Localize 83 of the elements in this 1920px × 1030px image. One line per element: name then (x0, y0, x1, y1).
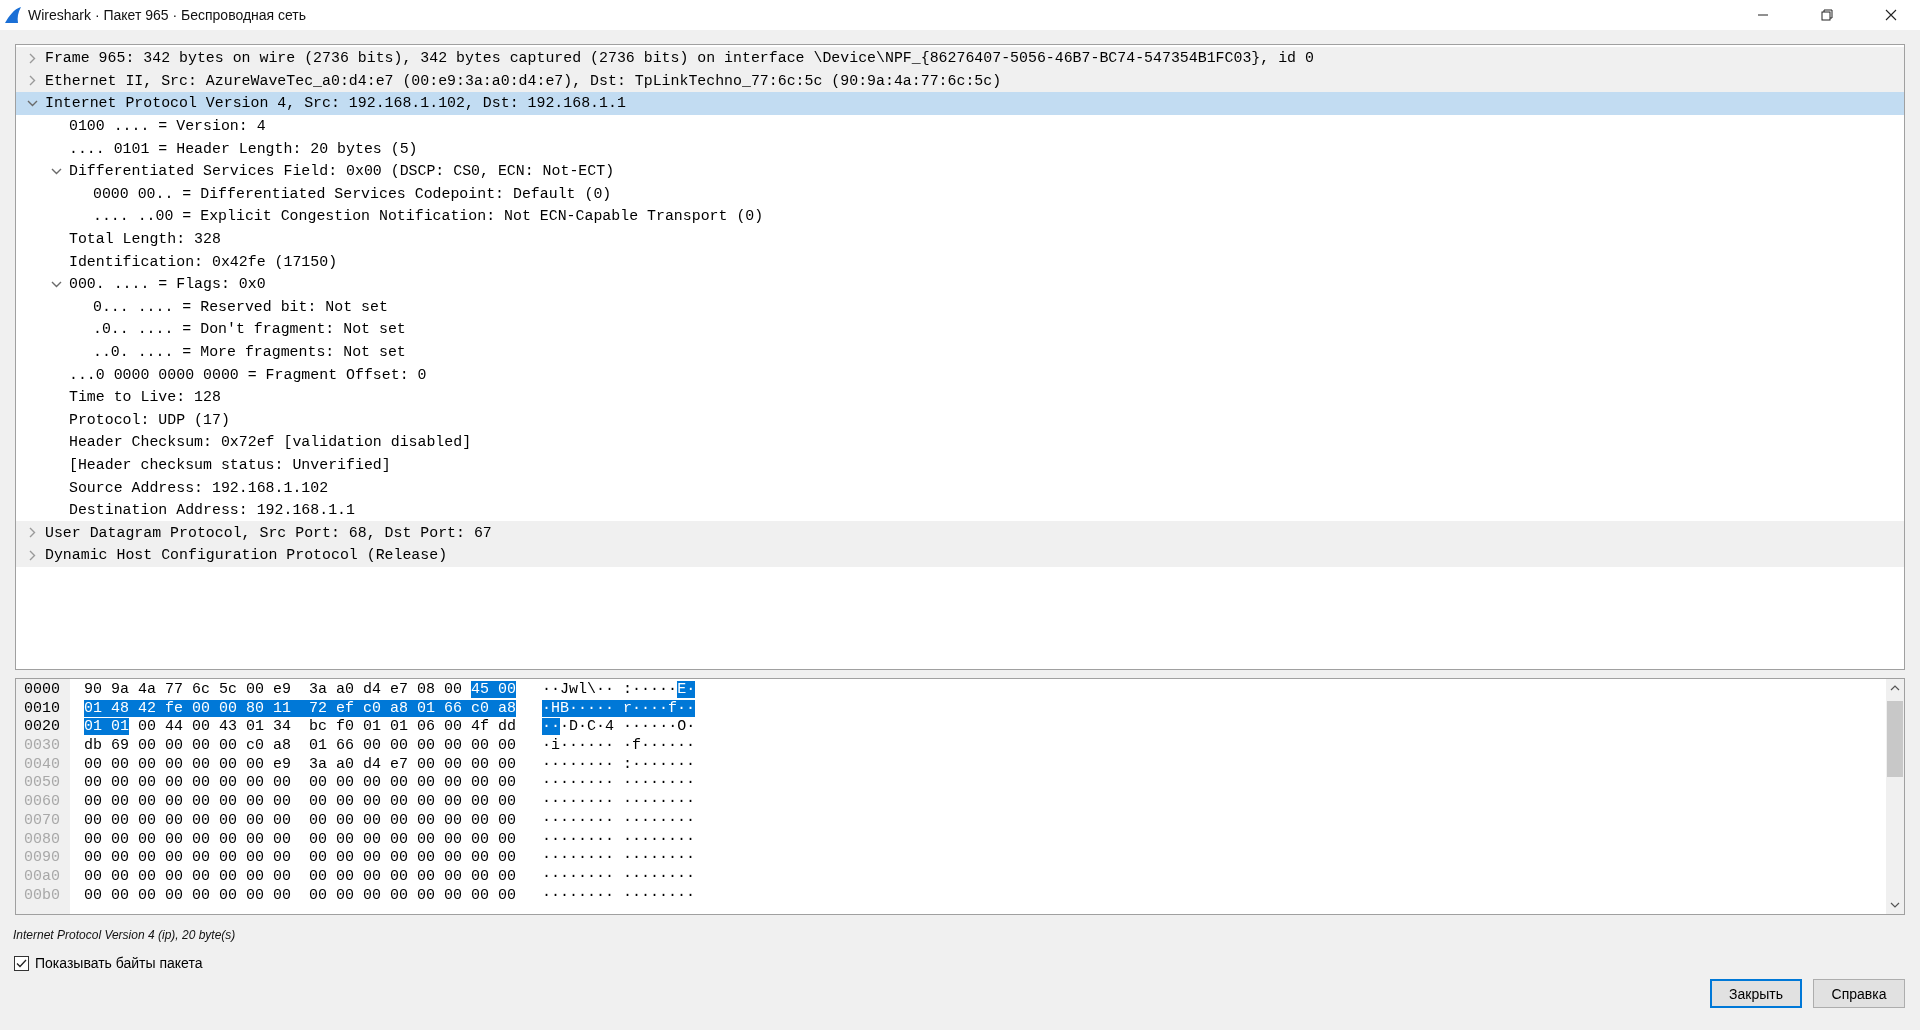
checkbox-label[interactable]: Показывать байты пакета (35, 955, 203, 971)
chevron-down-icon[interactable] (26, 100, 38, 107)
byte-offset: 0050 (24, 774, 60, 794)
hex-bytes: 00 00 00 00 00 00 00 00 00 00 00 00 00 00 00 00 (84, 811, 517, 829)
chevron-down-icon[interactable] (50, 167, 62, 175)
tree-row[interactable]: 000. .... = Flags: 0x0 (16, 272, 1904, 296)
tree-row[interactable]: 0100 .... = Version: 4 (16, 114, 1904, 138)
ascii-text: ··Jwl\·· :····· (542, 681, 678, 698)
hex-bytes: 01 01 (84, 718, 129, 736)
ascii-text: ·· (542, 718, 561, 736)
hex-bytes: 00 00 00 00 00 00 00 00 00 00 00 00 00 00 00 00 (84, 886, 517, 904)
tree-row[interactable]: ...0 0000 0000 0000 = Fragment Offset: 0 (16, 363, 1904, 386)
close-icon[interactable] (1885, 9, 1897, 21)
ascii-text: ········ ········ (542, 849, 696, 867)
tree-row[interactable]: Ethernet II, Src: AzureWaveTec_a0:d4:e7 (00:e9:3a:a0:d4:e7), Dst: TpLinkTechno_77:6c:5c (90:9a:4a:77:6c:5c) (16, 69, 1904, 93)
tree-row[interactable]: 0... .... = Reserved bit: Not set (16, 295, 1904, 319)
hex-bytes: 01 48 42 fe 00 00 80 11 72 ef c0 a8 01 66 c0 a8 (84, 699, 517, 717)
hex-bytes: 45 00 (471, 681, 517, 698)
tree-row[interactable]: .... 0101 = Header Length: 20 bytes (5) (16, 137, 1904, 160)
restore-icon[interactable] (1821, 9, 1833, 21)
hex-bytes: 00 00 00 00 00 00 00 00 00 00 00 00 00 00 00 00 (84, 867, 517, 885)
chevron-right-icon[interactable] (28, 527, 36, 539)
shark-fin-icon (4, 6, 22, 24)
dialog-button[interactable]: Закрыть (1710, 979, 1802, 1008)
hex-bytes: 90 9a 4a 77 6c 5c 00 e9 3a a0 d4 e7 08 00 (84, 681, 464, 698)
tree-row[interactable]: ..0. .... = More fragments: Not set (16, 340, 1904, 364)
tree-row[interactable]: Time to Live: 128 (16, 385, 1904, 409)
byte-offset: 0010 (24, 699, 60, 719)
ascii-text: ·D·C·4 ······O· (560, 718, 696, 736)
chevron-right-icon[interactable] (28, 75, 36, 87)
hex-bytes: 00 00 00 00 00 00 00 00 00 00 00 00 00 00 00 00 (84, 793, 517, 811)
ascii-text: ········ :······· (542, 755, 696, 773)
tree-row[interactable]: .0.. .... = Don't fragment: Not set (16, 318, 1904, 341)
scroll-thumb[interactable] (1887, 701, 1903, 777)
tree-row[interactable]: User Datagram Protocol, Src Port: 68, Dst Port: 67 (16, 521, 1904, 545)
byte-offset: 0040 (24, 755, 60, 775)
tree-row[interactable]: Total Length: 328 (16, 227, 1904, 251)
byte-offset: 00a0 (24, 867, 60, 887)
status-text: Internet Protocol Version 4 (ip), 20 byte(s) (13, 928, 237, 942)
hex-bytes: 00 00 00 00 00 00 00 00 00 00 00 00 00 00 00 00 (84, 774, 517, 792)
ascii-text: ········ ········ (542, 793, 696, 811)
byte-offset: 00b0 (24, 886, 60, 906)
byte-offset: 0000 (24, 681, 60, 700)
tree-row[interactable]: 0000 00.. = Differentiated Services Codepoint: Default (0) (16, 182, 1904, 206)
byte-offset: 0080 (24, 830, 60, 850)
tree-row[interactable]: Protocol: UDP (17) (16, 408, 1904, 432)
scrollbar[interactable] (1886, 679, 1904, 914)
byte-offset: 0090 (24, 849, 60, 868)
scroll-up-icon[interactable] (1890, 685, 1900, 691)
ascii-text: ·HB····· r····f·· (542, 699, 696, 717)
hex-bytes: db 69 00 00 00 00 c0 a8 01 66 00 00 00 00 00 00 (84, 737, 517, 755)
hex-bytes: 00 00 00 00 00 00 00 00 00 00 00 00 00 00 00 00 (84, 830, 517, 848)
window-title: Wireshark · Пакет 965 · Беспроводная сеть (28, 7, 307, 23)
scroll-down-icon[interactable] (1890, 902, 1900, 908)
tree-row[interactable]: Dynamic Host Configuration Protocol (Release) (16, 544, 1904, 567)
chevron-right-icon[interactable] (28, 52, 36, 64)
tree-row[interactable]: Identification: 0x42fe (17150) (16, 250, 1904, 273)
hex-bytes: 00 00 00 00 00 00 00 e9 3a a0 d4 e7 00 00 00 00 (84, 755, 517, 773)
ascii-text: ········ ········ (542, 886, 696, 904)
ascii-text: ·i······ ·f······ (542, 737, 696, 755)
byte-offset: 0060 (24, 793, 60, 812)
tree-row[interactable]: Source Address: 192.168.1.102 (16, 476, 1904, 499)
tree-row[interactable]: Differentiated Services Field: 0x00 (DSCP: CS0, ECN: Not-ECT) (16, 159, 1904, 183)
tree-row[interactable]: Destination Address: 192.168.1.1 (16, 498, 1904, 522)
byte-offset: 0030 (24, 737, 60, 756)
chevron-right-icon[interactable] (28, 549, 36, 561)
ascii-text: ········ ········ (542, 774, 696, 792)
ascii-text: ········ ········ (542, 867, 696, 885)
ascii-text: E· (677, 681, 696, 698)
tree-row[interactable]: Internet Protocol Version 4, Src: 192.168.1.102, Dst: 192.168.1.1 (16, 92, 1904, 115)
tree-row[interactable]: Frame 965: 342 bytes on wire (2736 bits), 342 bytes captured (2736 bits) on interface \Device\NPF_{86276407-5056-46B7-BC74-547354B1FC03}, id 0 (16, 47, 1904, 70)
checkbox[interactable] (14, 955, 29, 971)
hex-bytes: 00 44 00 43 01 34 bc f0 01 01 06 00 4f dd (137, 718, 517, 736)
tree-row[interactable]: [Header checksum status: Unverified] (16, 453, 1904, 477)
hex-bytes: 00 00 00 00 00 00 00 00 00 00 00 00 00 00 00 00 (84, 849, 517, 867)
tree-row[interactable]: .... ..00 = Explicit Congestion Notification: Not ECN-Capable Transport (0) (16, 205, 1904, 228)
byte-offset: 0070 (24, 811, 60, 831)
ascii-text: ········ ········ (542, 830, 696, 848)
dialog-button[interactable]: Справка (1813, 979, 1905, 1008)
byte-offset: 0020 (24, 718, 60, 738)
tree-row[interactable]: Header Checksum: 0x72ef [validation disabled] (16, 431, 1904, 454)
chevron-down-icon[interactable] (50, 280, 62, 288)
ascii-text: ········ ········ (542, 811, 696, 829)
